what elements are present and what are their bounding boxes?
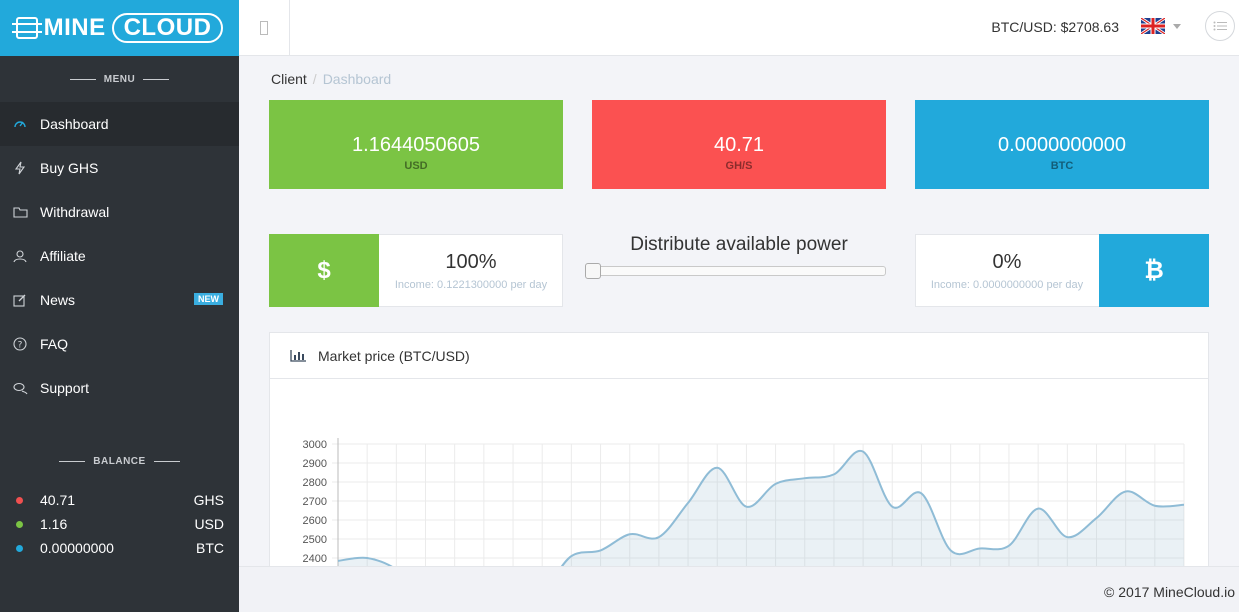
- sidebar-item-support[interactable]: Support: [0, 366, 239, 410]
- y-tick-label: 2400: [303, 553, 327, 565]
- copyright-text: © 2017 MineCloud.io: [1104, 584, 1235, 600]
- balance-row-btc: 0.00000000 BTC: [16, 536, 224, 560]
- question-icon: ?: [12, 336, 28, 352]
- balance-row-usd: 1.16 USD: [16, 512, 224, 536]
- y-tick-label: 3000: [303, 439, 327, 451]
- folder-icon: [12, 204, 28, 220]
- status-dot: [16, 544, 23, 552]
- users-icon: [12, 248, 28, 264]
- stat-value: 1.1644050605: [352, 134, 480, 156]
- sidebar: MINE CLOUD MENU Dashboard Buy GHS Withdr…: [0, 0, 239, 612]
- btc-stat-card: 0.0000000000 BTC: [915, 100, 1209, 189]
- gauge-icon: [12, 116, 28, 132]
- btc-usd-rate: BTC/USD: $2708.63: [991, 19, 1119, 35]
- menu-list-button[interactable]: [1205, 11, 1235, 41]
- lightning-icon: [12, 160, 28, 176]
- btc-income-text: Income: 0.0000000000 per day: [930, 279, 1084, 291]
- list-icon: [1213, 21, 1227, 31]
- stat-value: 0.0000000000: [998, 134, 1126, 156]
- stat-value: 40.71: [713, 134, 765, 156]
- sidebar-item-news[interactable]: News NEW: [0, 278, 239, 322]
- sidebar-item-affiliate[interactable]: Affiliate: [0, 234, 239, 278]
- usd-income-text: Income: 0.1221300000 per day: [394, 279, 548, 291]
- sidebar-item-label: News: [40, 292, 76, 308]
- sidebar-item-dashboard[interactable]: Dashboard: [0, 102, 239, 146]
- usd-stat-card: 1.1644050605 USD: [269, 100, 563, 189]
- y-tick-label: 2900: [303, 458, 327, 470]
- sidebar-toggle-button[interactable]: [239, 0, 290, 56]
- breadcrumb-current: Dashboard: [322, 71, 392, 87]
- brand-name-right: CLOUD: [111, 13, 224, 43]
- sidebar-item-label: Dashboard: [40, 116, 109, 132]
- y-tick-label: 2700: [303, 496, 327, 508]
- distribute-power-title: Distribute available power: [630, 234, 848, 255]
- usd-power-percent: 100%: [445, 251, 497, 273]
- balance-unit: GHS: [193, 492, 224, 508]
- sidebar-item-label: Withdrawal: [40, 204, 110, 220]
- uk-flag-icon[interactable]: [1141, 18, 1165, 34]
- slider-handle[interactable]: [585, 263, 601, 279]
- sidebar-item-label: FAQ: [40, 336, 69, 352]
- news-new-badge: NEW: [194, 293, 223, 305]
- chip-icon: [11, 17, 42, 39]
- toggle-icon: [260, 21, 268, 35]
- breadcrumb-client-link[interactable]: Client: [271, 71, 307, 87]
- footer: © 2017 MineCloud.io: [239, 566, 1239, 612]
- bitcoin-icon: ₿: [1099, 234, 1209, 307]
- balance-value: 0.00000000: [40, 540, 114, 556]
- status-dot: [16, 496, 23, 504]
- chat-icon: [12, 380, 28, 396]
- usd-power-card: $ 100% Income: 0.1221300000 per day: [269, 234, 563, 307]
- balance-unit: USD: [194, 516, 224, 532]
- power-slider[interactable]: [585, 263, 886, 279]
- btc-power-percent: 0%: [992, 251, 1022, 273]
- menu-section-title: MENU: [0, 73, 239, 85]
- ghs-stat-card: 40.71 GH/S: [592, 100, 886, 189]
- balance-unit: BTC: [196, 540, 224, 556]
- bar-chart-icon: [290, 349, 306, 362]
- panel-title: Market price (BTC/USD): [318, 347, 470, 364]
- breadcrumb: Client / Dashboard: [271, 71, 392, 87]
- balance-value: 1.16: [40, 516, 68, 532]
- topbar: BTC/USD: $2708.63: [239, 0, 1239, 56]
- brand-logo[interactable]: MINE CLOUD: [0, 0, 239, 56]
- sidebar-item-label: Support: [40, 380, 90, 396]
- y-tick-label: 2800: [303, 477, 327, 489]
- sidebar-item-faq[interactable]: ? FAQ: [0, 322, 239, 366]
- market-price-panel: Market price (BTC/USD) 3000 2900 2800 2700 2…: [269, 332, 1209, 572]
- chevron-down-icon[interactable]: [1173, 24, 1181, 29]
- panel-header: Market price (BTC/USD): [270, 333, 1208, 379]
- y-tick-label: 2500: [303, 534, 327, 546]
- sidebar-item-buy-ghs[interactable]: Buy GHS: [0, 146, 239, 190]
- btc-power-card: 0% Income: 0.0000000000 per day ₿: [915, 234, 1209, 307]
- price-area-fill: [338, 450, 1184, 571]
- sidebar-item-label: Affiliate: [40, 248, 86, 264]
- status-dot: [16, 520, 23, 528]
- stat-unit: USD: [404, 160, 428, 172]
- balance-value: 40.71: [40, 492, 76, 508]
- sidebar-menu: Dashboard Buy GHS Withdrawal Affiliate N…: [0, 102, 239, 410]
- market-price-chart: 3000 2900 2800 2700 2600 2500 2400: [303, 438, 1185, 571]
- brand-name-left: MINE: [43, 14, 106, 41]
- edit-icon: [12, 292, 28, 308]
- balance-section-title: BALANCE: [0, 455, 239, 467]
- svg-text:?: ?: [18, 341, 23, 351]
- sidebar-item-withdrawal[interactable]: Withdrawal: [0, 190, 239, 234]
- dollar-icon: $: [269, 234, 379, 307]
- balance-list: 40.71 GHS 1.16 USD 0.00000000 BTC: [16, 488, 224, 560]
- stat-unit: GH/S: [725, 160, 753, 172]
- sidebar-item-label: Buy GHS: [40, 160, 99, 176]
- y-tick-label: 2600: [303, 515, 327, 527]
- stat-unit: BTC: [1050, 160, 1074, 172]
- balance-row-ghs: 40.71 GHS: [16, 488, 224, 512]
